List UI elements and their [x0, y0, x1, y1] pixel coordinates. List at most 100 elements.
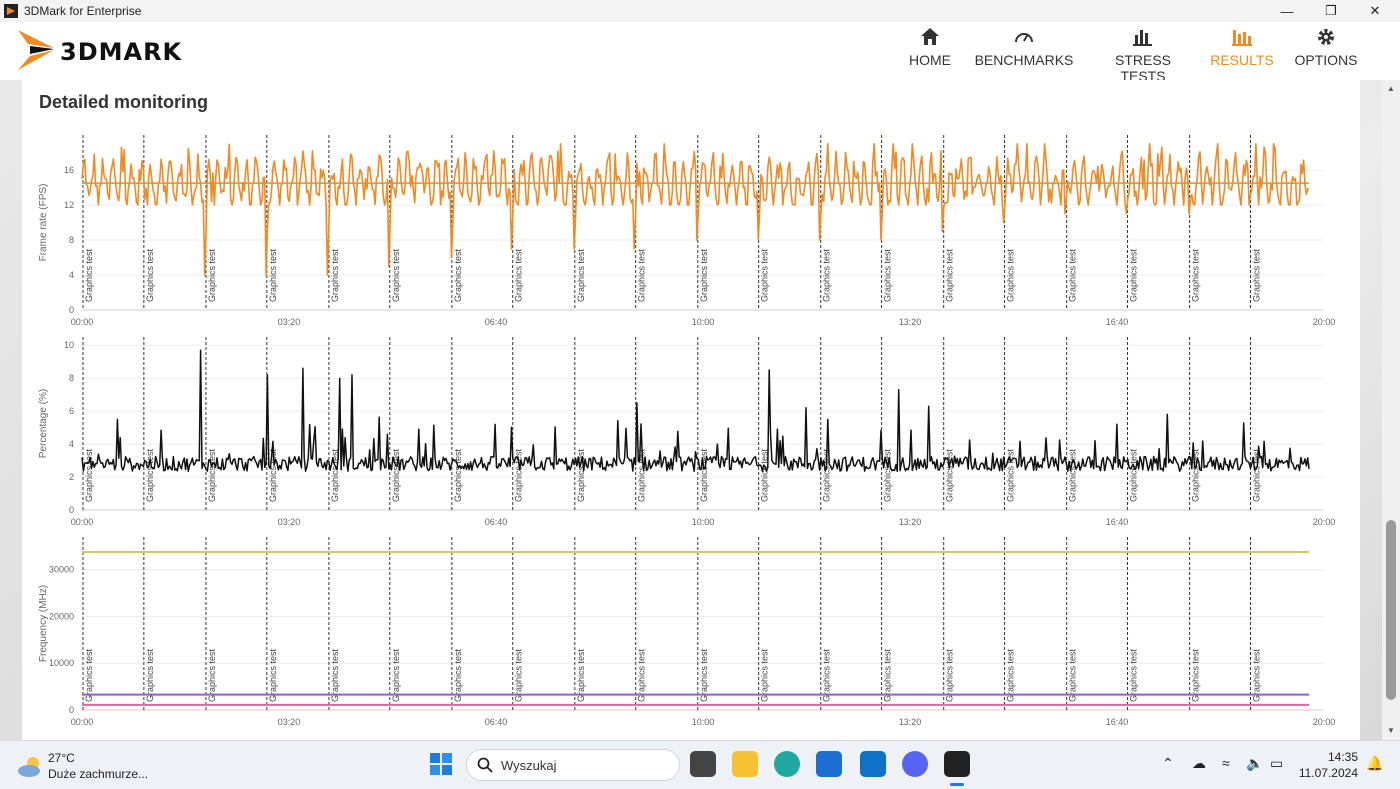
store-icon[interactable]	[816, 751, 842, 777]
x-tick-label: 00:00	[71, 517, 94, 527]
x-tick-label: 06:40	[485, 317, 508, 327]
y-tick-label: 30000	[49, 565, 74, 575]
nav-options[interactable]: OPTIONS	[1292, 26, 1360, 76]
task-view-icon[interactable]	[690, 751, 716, 777]
graphics-test-label: Graphics test	[945, 448, 955, 502]
taskbar-search[interactable]: Wyszukaj	[466, 749, 680, 781]
graphics-test-label: Graphics test	[1129, 248, 1139, 302]
graphics-test-label: Graphics test	[84, 248, 94, 302]
graphics-test-label: Graphics test	[760, 248, 770, 302]
logo-text: 3DMARK	[60, 38, 183, 66]
x-tick-label: 10:00	[692, 717, 715, 727]
windows-start-icon[interactable]	[428, 751, 454, 777]
graphics-test-label: Graphics test	[883, 448, 893, 502]
graphics-test-label: Graphics test	[84, 448, 94, 502]
y-tick-label: 4	[69, 439, 74, 449]
notifications-icon[interactable]: 🔔	[1366, 755, 1383, 772]
graphics-test-label: Graphics test	[1068, 448, 1078, 502]
maximize-button[interactable]: ❐	[1308, 0, 1354, 22]
nav-home[interactable]: HOME	[906, 26, 954, 76]
logo-swoosh-icon	[18, 30, 54, 70]
discord-icon[interactable]	[902, 751, 928, 777]
graphics-test-label: Graphics test	[576, 448, 586, 502]
graphics-test-label: Graphics test	[330, 248, 340, 302]
minimize-button[interactable]: —	[1264, 0, 1310, 22]
nav-home-label: HOME	[909, 52, 951, 68]
graphics-test-label: Graphics test	[145, 248, 155, 302]
x-tick-label: 13:20	[899, 717, 922, 727]
file-explorer-icon[interactable]	[732, 751, 758, 777]
graphics-test-label: Graphics test	[883, 248, 893, 302]
graphics-test-label: Graphics test	[207, 448, 217, 502]
3dmark-logo[interactable]: 3DMARK	[16, 26, 216, 76]
scroll-up-icon[interactable]: ▲	[1387, 84, 1395, 93]
x-tick-label: 13:20	[899, 317, 922, 327]
gear-icon	[1318, 29, 1334, 45]
y-tick-label: 16	[64, 165, 74, 175]
battery-icon[interactable]: ▭	[1270, 755, 1283, 772]
outlook-icon[interactable]	[860, 751, 886, 777]
weather-desc: Duże zachmurze...	[48, 767, 149, 781]
y-axis-label: Frame rate (FPS)	[38, 184, 49, 262]
y-tick-label: 4	[69, 270, 74, 280]
x-tick-label: 16:40	[1106, 517, 1129, 527]
graphics-test-label: Graphics test	[1251, 248, 1261, 302]
x-tick-label: 03:20	[278, 317, 301, 327]
results-icon	[1232, 30, 1252, 46]
x-tick-label: 06:40	[485, 717, 508, 727]
graphics-test-label: Graphics test	[1006, 448, 1016, 502]
y-tick-label: 0	[69, 305, 74, 315]
nav-results-label: RESULTS	[1210, 52, 1274, 68]
wifi-icon[interactable]: ≈	[1222, 755, 1230, 771]
weather-temp: 27°C	[48, 751, 75, 765]
3dmark-taskbar-icon[interactable]	[944, 751, 970, 777]
onedrive-icon[interactable]: ☁	[1192, 755, 1206, 772]
x-tick-label: 03:20	[278, 517, 301, 527]
search-icon	[477, 757, 493, 773]
monitoring-charts: 0 4 8 12 16 Frame rate (FPS) 00:00 03:20 06:40 10…	[38, 135, 1336, 727]
weather-widget[interactable]: 27°C Duże zachmurze...	[16, 749, 166, 783]
y-axis-label: Percentage (%)	[38, 389, 49, 458]
x-tick-label: 00:00	[71, 317, 94, 327]
chevron-up-icon[interactable]: ⌃	[1162, 755, 1174, 772]
x-tick-label: 16:40	[1106, 317, 1129, 327]
graphics-test-label: Graphics test	[822, 248, 832, 302]
y-tick-label: 0	[69, 705, 74, 715]
graphics-test-label: Graphics test	[453, 448, 463, 502]
series-line	[81, 143, 1310, 276]
nav-benchmarks[interactable]: BENCHMARKS	[972, 26, 1076, 76]
nav-stress-tests[interactable]: STRESS TESTS	[1094, 26, 1192, 84]
scroll-thumb[interactable]	[1386, 520, 1396, 700]
volume-icon[interactable]: 🔈	[1246, 755, 1263, 772]
nav-options-label: OPTIONS	[1294, 52, 1358, 68]
app-icon	[4, 4, 18, 18]
bars-icon	[1133, 30, 1152, 46]
graphics-test-label: Graphics test	[145, 448, 155, 502]
taskbar: 27°C Duże zachmurze... Wyszukaj ⌃ ☁ ≈ 🔈 …	[0, 740, 1400, 789]
graphics-test-label: Graphics test	[268, 248, 278, 302]
y-tick-label: 8	[69, 235, 74, 245]
clock-time: 14:35	[1327, 750, 1358, 764]
x-tick-label: 10:00	[692, 317, 715, 327]
graphics-test-label: Graphics test	[1006, 248, 1016, 302]
nav-results[interactable]: RESULTS	[1210, 26, 1274, 76]
y-tick-label: 10000	[49, 658, 74, 668]
vertical-scrollbar[interactable]: ▲ ▼	[1382, 80, 1400, 740]
close-button[interactable]: ✕	[1352, 0, 1398, 22]
taskbar-clock[interactable]: 14:35 11.07.2024	[1296, 749, 1358, 781]
scroll-down-icon[interactable]: ▼	[1387, 726, 1395, 735]
edge-icon[interactable]	[774, 751, 800, 777]
graphics-test-label: Graphics test	[514, 248, 524, 302]
gauge-icon	[1015, 33, 1033, 43]
results-panel: Detailed monitoring 0 4 8 12 16 Frame rate (F…	[22, 80, 1360, 740]
x-tick-label: 00:00	[71, 717, 94, 727]
nav-benchmarks-label: BENCHMARKS	[974, 52, 1074, 68]
graphics-test-label: Graphics test	[699, 248, 709, 302]
graphics-test-label: Graphics test	[1068, 248, 1078, 302]
graphics-test-label: Graphics test	[699, 448, 709, 502]
x-tick-label: 20:00	[1313, 317, 1336, 327]
graphics-test-label: Graphics test	[576, 248, 586, 302]
x-tick-label: 10:00	[692, 517, 715, 527]
clock-date: 11.07.2024	[1298, 766, 1358, 780]
window-title: 3DMark for Enterprise	[24, 4, 142, 18]
